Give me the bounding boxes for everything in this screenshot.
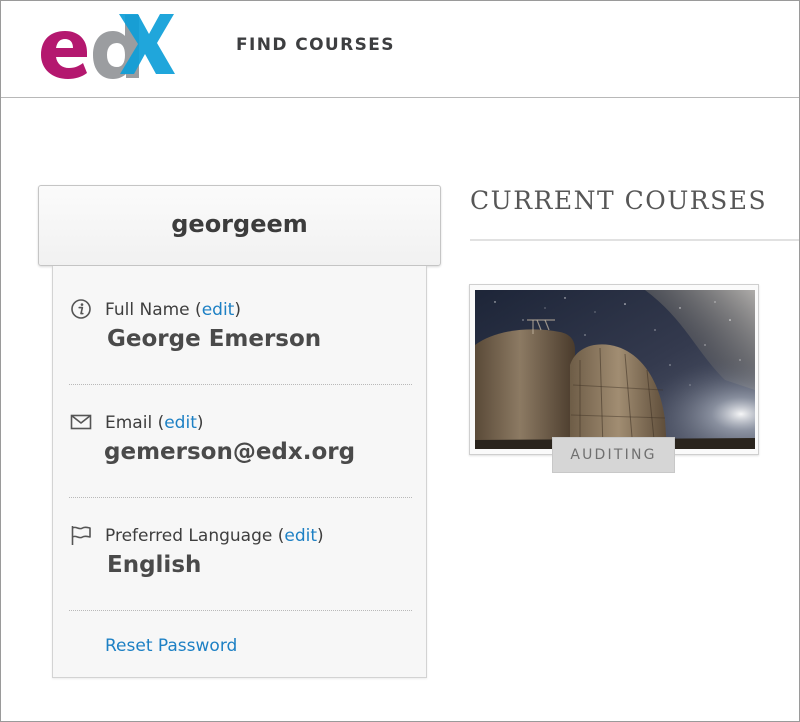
divider [69,610,412,611]
edit-language-link[interactable]: edit [284,526,317,546]
current-courses-heading: CURRENT COURSES [470,186,768,215]
language-value: English [107,552,202,578]
divider [69,384,412,385]
language-label-text: Preferred Language [105,526,273,546]
language-field: Preferred Language (edit) English [69,522,412,611]
edit-full-name-link[interactable]: edit [202,300,235,320]
edx-logo-icon [41,14,175,79]
email-field: Email (edit) gemerson@edx.org [69,409,412,498]
full-name-label: Full Name (edit) [105,300,241,320]
course-card[interactable] [469,284,759,455]
username-card: georgeem [38,185,441,266]
language-label: Preferred Language (edit) [105,526,324,546]
full-name-label-text: Full Name [105,300,190,320]
full-name-value: George Emerson [107,326,322,352]
edit-email-link[interactable]: edit [164,413,197,433]
find-courses-link[interactable]: FIND COURSES [236,35,395,55]
flag-icon [70,524,92,546]
site-header: FIND COURSES [1,1,799,98]
info-circle-icon [70,298,92,320]
email-label-text: Email [105,413,153,433]
username: georgeem [171,210,308,238]
courses-divider [470,239,799,241]
divider [69,497,412,498]
course-image [475,290,755,449]
email-value: gemerson@edx.org [104,439,356,465]
edx-logo[interactable] [37,11,177,81]
auditing-badge: AUDITING [552,437,675,473]
full-name-field: Full Name (edit) George Emerson [69,296,412,385]
profile-panel: Full Name (edit) George Emerson Email (e… [52,266,427,678]
envelope-icon [70,411,92,433]
reset-password-link[interactable]: Reset Password [105,636,237,656]
email-label: Email (edit) [105,413,204,433]
